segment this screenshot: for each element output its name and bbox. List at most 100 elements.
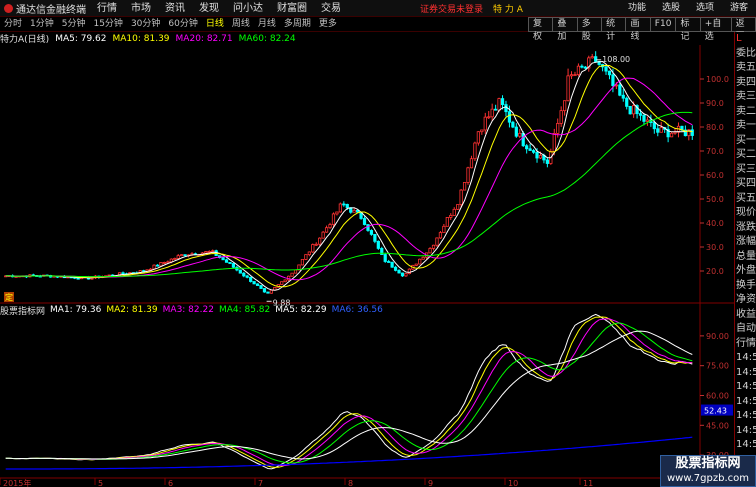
candle-body <box>476 131 480 144</box>
side-item[interactable]: 14:50 <box>735 409 756 424</box>
candle-body <box>335 211 339 215</box>
candle-body <box>376 240 380 249</box>
candle-body <box>545 159 549 164</box>
candle-body <box>242 272 246 277</box>
ind-ma3-value: MA3: 82.22 <box>162 305 214 315</box>
tool-overlay[interactable]: 叠加 <box>552 17 577 42</box>
indicator-name[interactable]: 股票指标网 <box>0 304 45 317</box>
active-stock-name: 特 力 A <box>493 4 523 15</box>
side-item[interactable]: 卖五 <box>735 61 756 76</box>
side-item[interactable]: 14:50 <box>735 351 756 366</box>
side-item[interactable]: 换手 <box>735 279 756 294</box>
candle-body <box>418 258 422 265</box>
side-item[interactable]: 14:50 <box>735 380 756 395</box>
menu-discover[interactable]: 发现 <box>192 0 226 17</box>
menu-options[interactable]: 选项 <box>688 0 722 17</box>
period-timeshare[interactable]: 分时 <box>0 17 26 32</box>
candle-body <box>162 261 167 264</box>
tool-mark[interactable]: 标记 <box>675 17 700 42</box>
side-item[interactable]: 买一 <box>735 134 756 149</box>
tool-draw[interactable]: 画线 <box>625 17 650 42</box>
date-tick-label: 8 <box>348 479 353 487</box>
price-tick-label: 70.0 <box>706 147 724 156</box>
menu-pick-stock[interactable]: 选股 <box>654 0 688 17</box>
candle-body <box>221 257 225 261</box>
menu-function[interactable]: 功能 <box>620 0 654 17</box>
side-item[interactable]: 14:50 <box>735 438 756 453</box>
tool-back[interactable]: 返回 <box>730 17 756 42</box>
side-item[interactable]: 买五 <box>735 192 756 207</box>
period-30min[interactable]: 30分钟 <box>127 17 164 32</box>
side-item[interactable]: 行情 <box>735 337 756 352</box>
kline-chart[interactable]: 108.009.88定 100.0 90.0 80.0 70.0 60.0 50.0 40.… <box>0 45 734 487</box>
period-5min[interactable]: 5分钟 <box>58 17 90 32</box>
period-more[interactable]: 更多 <box>315 17 341 32</box>
candle-body <box>400 272 405 277</box>
period-multi[interactable]: 多周期 <box>280 17 315 32</box>
side-item[interactable]: 买三 <box>735 163 756 178</box>
tool-f10[interactable]: F10 <box>649 17 676 32</box>
candle-body <box>576 65 581 76</box>
candle-body <box>552 132 556 152</box>
price-tick-label: 30.0 <box>706 243 724 252</box>
candle-body <box>469 158 474 169</box>
candlesticks <box>4 51 694 294</box>
candle-body <box>414 263 418 266</box>
candle-body <box>238 269 242 274</box>
period-daily[interactable]: 日线 <box>202 17 228 32</box>
candle-body <box>514 126 518 137</box>
period-60min[interactable]: 60分钟 <box>164 17 201 32</box>
side-item[interactable]: 卖一 <box>735 119 756 134</box>
side-item[interactable]: 涨幅 <box>735 235 756 250</box>
candle-body <box>290 272 294 277</box>
period-15min[interactable]: 15分钟 <box>89 17 126 32</box>
menu-trade[interactable]: 交易 <box>314 0 348 17</box>
period-1min[interactable]: 1分钟 <box>26 17 58 32</box>
watermark-logo: 股票指标网 www.7gpzb.com <box>660 455 756 487</box>
side-header[interactable]: L <box>735 32 756 47</box>
ind-ma1-line <box>5 313 693 470</box>
tool-stats[interactable]: 统计 <box>601 17 626 42</box>
app-logo[interactable]: 通达信金融终端 <box>0 0 90 17</box>
menu-ask[interactable]: 问小达 <box>226 0 270 17</box>
period-weekly[interactable]: 周线 <box>228 17 254 32</box>
side-item[interactable]: 买四 <box>735 177 756 192</box>
menu-wealth[interactable]: 财富圈 <box>270 0 314 17</box>
candle-body <box>76 277 80 280</box>
side-item[interactable]: 现价 <box>735 206 756 221</box>
side-item[interactable]: 卖三 <box>735 90 756 105</box>
side-item[interactable]: 买二 <box>735 148 756 163</box>
candle-body <box>452 208 456 216</box>
side-item[interactable]: 委比 <box>735 47 756 62</box>
side-item[interactable]: 卖二 <box>735 105 756 120</box>
menu-market[interactable]: 市场 <box>124 0 158 17</box>
period-monthly[interactable]: 月线 <box>254 17 280 32</box>
side-item[interactable]: 收益 <box>735 308 756 323</box>
menu-news[interactable]: 资讯 <box>158 0 192 17</box>
side-item[interactable]: 14:50 <box>735 366 756 381</box>
date-tick-label: 7 <box>258 479 263 487</box>
side-item[interactable]: 14:50 <box>735 424 756 439</box>
candle-body <box>307 251 311 256</box>
side-item[interactable]: 总量 <box>735 250 756 265</box>
login-alert-link[interactable]: 证券交易未登录 <box>420 2 483 15</box>
candle-body <box>435 237 439 246</box>
candle-body <box>311 244 315 253</box>
menu-quotes[interactable]: 行情 <box>90 0 124 17</box>
candle-body <box>393 266 398 271</box>
side-item[interactable]: 14:50 <box>735 395 756 410</box>
candle-body <box>314 243 318 246</box>
candle-body <box>490 108 494 118</box>
candle-body <box>618 84 622 96</box>
tool-add-watch[interactable]: +自选 <box>699 17 731 42</box>
tool-multi-stock[interactable]: 多股 <box>576 17 602 42</box>
app-title: 通达信金融终端 <box>16 4 86 16</box>
side-item[interactable]: 净资 <box>735 293 756 308</box>
side-item[interactable]: 外盘 <box>735 264 756 279</box>
tool-adjust[interactable]: 复权 <box>528 17 553 42</box>
candle-body <box>673 131 677 134</box>
side-item[interactable]: 涨跌 <box>735 221 756 236</box>
side-item[interactable]: 卖四 <box>735 76 756 91</box>
side-item[interactable]: 自动 <box>735 322 756 337</box>
menu-guest[interactable]: 游客 <box>722 0 756 17</box>
